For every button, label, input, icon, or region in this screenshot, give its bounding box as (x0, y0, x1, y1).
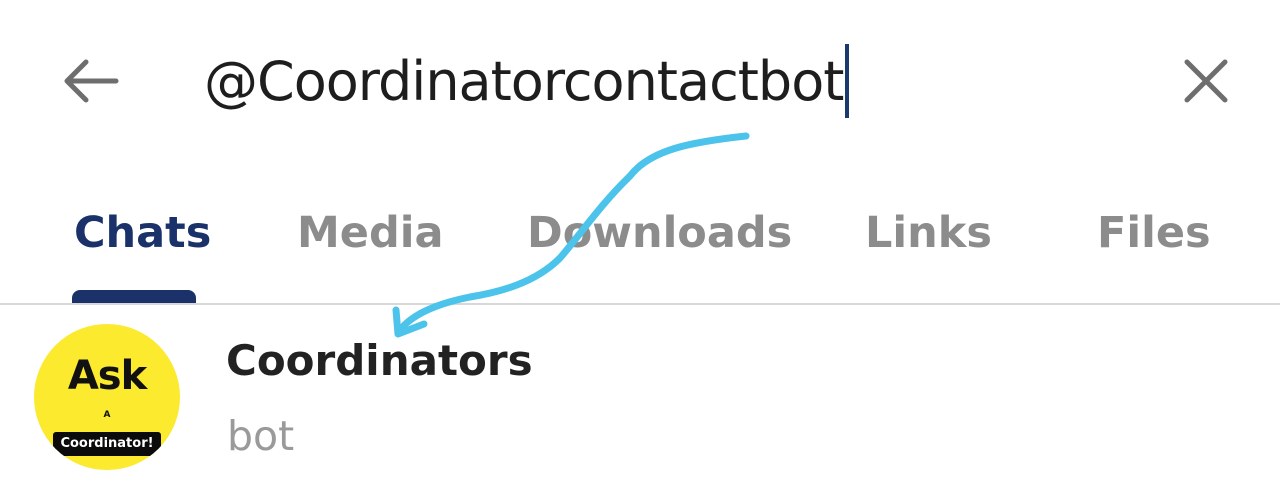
search-field[interactable]: @Coordinatorcontactbot (204, 36, 850, 126)
text-cursor (845, 44, 850, 118)
chat-name: Coordinators (226, 336, 533, 385)
avatar-logo-a: A (103, 410, 111, 420)
avatar-logo-badge: Coordinator! (53, 432, 161, 456)
tab-divider (0, 303, 1280, 305)
active-tab-indicator (72, 290, 196, 304)
tab-links[interactable]: Links (865, 208, 992, 258)
search-tabs: Chats Media Downloads Links Files (0, 190, 1280, 304)
tab-downloads[interactable]: Downloads (527, 208, 792, 258)
clear-search-button[interactable] (1168, 46, 1244, 116)
close-icon (1184, 59, 1228, 103)
back-button[interactable] (50, 46, 130, 116)
arrow-left-icon (64, 59, 119, 103)
avatar: Ask A Coordinator! (34, 324, 180, 470)
search-bar: @Coordinatorcontactbot (0, 0, 1280, 170)
tab-files[interactable]: Files (1097, 208, 1211, 258)
avatar-logo-ask: Ask (67, 353, 147, 399)
search-input[interactable]: @Coordinatorcontactbot (204, 50, 844, 113)
chat-result-row[interactable]: Ask A Coordinator! Coordinators bot (0, 306, 1280, 488)
chat-subtitle: bot (227, 412, 295, 460)
tab-media[interactable]: Media (297, 208, 444, 258)
tab-chats[interactable]: Chats (74, 208, 211, 258)
